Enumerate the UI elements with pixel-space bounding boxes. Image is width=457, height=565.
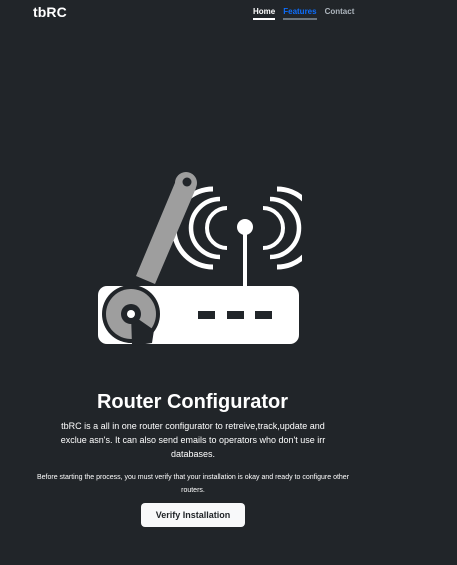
router-light-icon — [255, 311, 272, 319]
router-light-icon — [198, 311, 215, 319]
navbar: tbRC Home Features Contact — [0, 0, 457, 26]
antenna-icon — [243, 230, 247, 287]
nav-links: Home Features Contact — [253, 7, 354, 20]
verification-note: Before starting the process, you must ve… — [36, 474, 350, 494]
page: tbRC Home Features Contact Router Config… — [0, 0, 457, 565]
nav-link-features[interactable]: Features — [283, 7, 317, 20]
nav-link-contact[interactable]: Contact — [325, 7, 355, 20]
nav-link-home[interactable]: Home — [253, 7, 276, 20]
wrench-hole-icon — [182, 177, 192, 187]
description-text: tbRC is a all in one router configurator… — [60, 421, 326, 459]
router-light-icon — [227, 311, 244, 319]
router-wrench-icon — [98, 172, 302, 346]
verify-installation-button[interactable]: Verify Installation — [141, 503, 245, 527]
page-title: Router Configurator — [96, 391, 289, 413]
brand-logo[interactable]: tbRC — [33, 4, 67, 20]
